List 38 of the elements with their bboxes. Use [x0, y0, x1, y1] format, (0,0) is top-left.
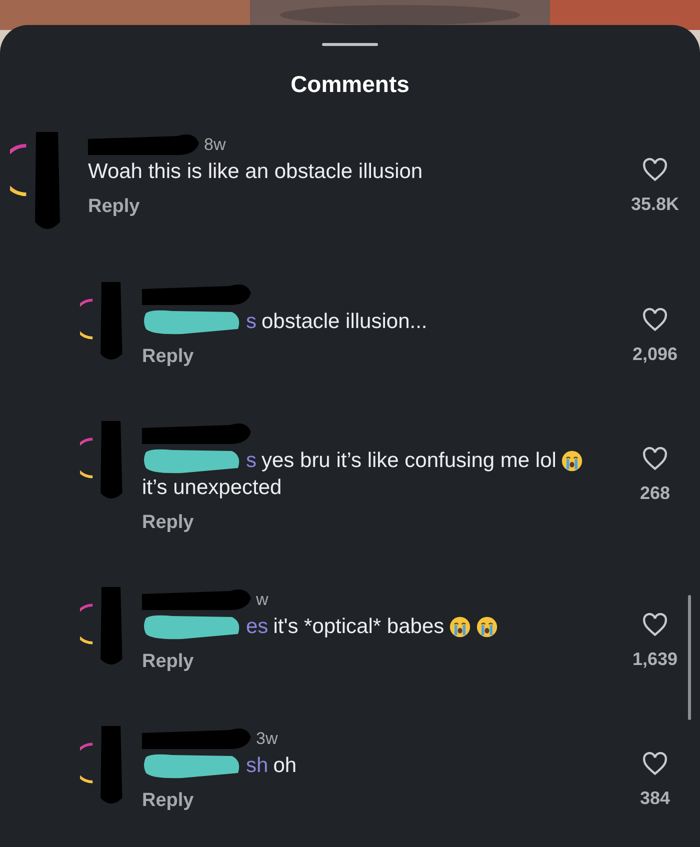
- mention-link[interactable]: sh: [246, 752, 268, 779]
- reply-button[interactable]: Reply: [142, 787, 194, 815]
- comment-text: yes bru it’s like confusing me lol: [262, 448, 556, 474]
- mention-link[interactable]: s: [246, 308, 256, 335]
- heart-icon[interactable]: [642, 447, 668, 471]
- reply-button[interactable]: Reply: [142, 343, 194, 371]
- like-count: 1,639: [632, 649, 678, 670]
- reply-button[interactable]: Reply: [142, 509, 194, 537]
- heart-icon[interactable]: [642, 613, 668, 637]
- crying-emoji-icon: [561, 450, 584, 472]
- heart-icon[interactable]: [642, 158, 668, 182]
- crying-emoji-icon: [449, 616, 472, 638]
- reply-button[interactable]: Reply: [88, 193, 140, 221]
- scrollbar[interactable]: [688, 595, 691, 720]
- crying-emoji-icon: [476, 616, 498, 638]
- avatar-ring[interactable]: [80, 296, 94, 342]
- mention-link[interactable]: s: [246, 447, 256, 474]
- avatar-ring[interactable]: [80, 601, 94, 647]
- mention-link[interactable]: es: [246, 613, 268, 640]
- like-count: 2,096: [632, 344, 678, 365]
- drag-handle[interactable]: [322, 43, 378, 46]
- comment-text: oh: [273, 753, 297, 779]
- comment-text: it's *optical* babes: [273, 614, 444, 640]
- like-count: 384: [640, 788, 670, 809]
- reply-button[interactable]: Reply: [142, 648, 194, 676]
- comment-time: 8w: [204, 134, 226, 156]
- heart-icon[interactable]: [642, 752, 668, 776]
- heart-icon[interactable]: [642, 308, 668, 332]
- comment-text: obstacle illusion...: [262, 309, 428, 335]
- comment-text: Woah this is like an obstacle illusion: [88, 159, 423, 185]
- avatar-ring[interactable]: [80, 435, 94, 481]
- sheet-title: Comments: [290, 70, 410, 99]
- comment-text: it’s unexpected: [142, 475, 282, 501]
- comment-time: w: [256, 589, 268, 611]
- like-count: 35.8K: [630, 194, 680, 215]
- avatar-ring[interactable]: [80, 740, 94, 786]
- like-count: 268: [640, 483, 670, 504]
- comment-time: 3w: [256, 728, 278, 750]
